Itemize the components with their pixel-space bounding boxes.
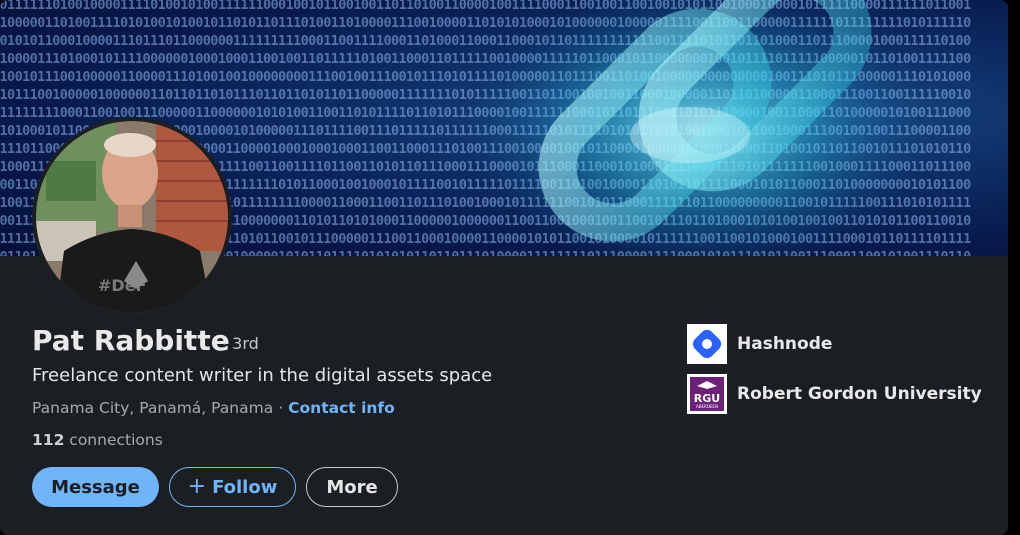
contact-info-link[interactable]: Contact info xyxy=(288,399,395,417)
profile-headline: Freelance content writer in the digital … xyxy=(32,365,493,386)
org-robert-gordon-university[interactable]: RGU ABERDEEN Robert Gordon University xyxy=(687,374,982,414)
connection-degree: · 3rd xyxy=(222,334,259,353)
avatar[interactable]: #DeF xyxy=(32,117,232,317)
profile-photo: #DeF xyxy=(36,121,228,313)
location-text: Panama City, Panamá, Panama xyxy=(32,399,274,417)
hashnode-logo-icon xyxy=(687,324,727,364)
more-button-label: More xyxy=(326,476,378,498)
profile-name: Pat Rabbitte xyxy=(32,324,230,357)
plus-icon: + xyxy=(187,474,207,499)
location-row: Panama City, Panamá, Panama · Contact info xyxy=(32,399,395,417)
rgu-logo-icon: RGU ABERDEEN xyxy=(687,374,727,414)
org-hashnode[interactable]: Hashnode xyxy=(687,324,832,364)
org-name: Hashnode xyxy=(737,334,833,354)
org-name: Robert Gordon University xyxy=(737,384,982,404)
connections-number: 112 xyxy=(32,431,65,449)
connections-count[interactable]: 112 connections xyxy=(32,431,163,449)
profile-card: 1011111101001000011110100101001111110001… xyxy=(0,0,1008,535)
separator-dot: · xyxy=(278,399,284,417)
svg-text:ABERDEEN: ABERDEEN xyxy=(696,404,718,409)
connections-label: connections xyxy=(69,431,163,449)
message-button-label: Message xyxy=(51,476,140,498)
more-button[interactable]: More xyxy=(306,467,398,507)
message-button[interactable]: Message xyxy=(32,467,159,507)
follow-button-label: Follow xyxy=(212,476,278,498)
follow-button[interactable]: + Follow xyxy=(169,467,296,507)
